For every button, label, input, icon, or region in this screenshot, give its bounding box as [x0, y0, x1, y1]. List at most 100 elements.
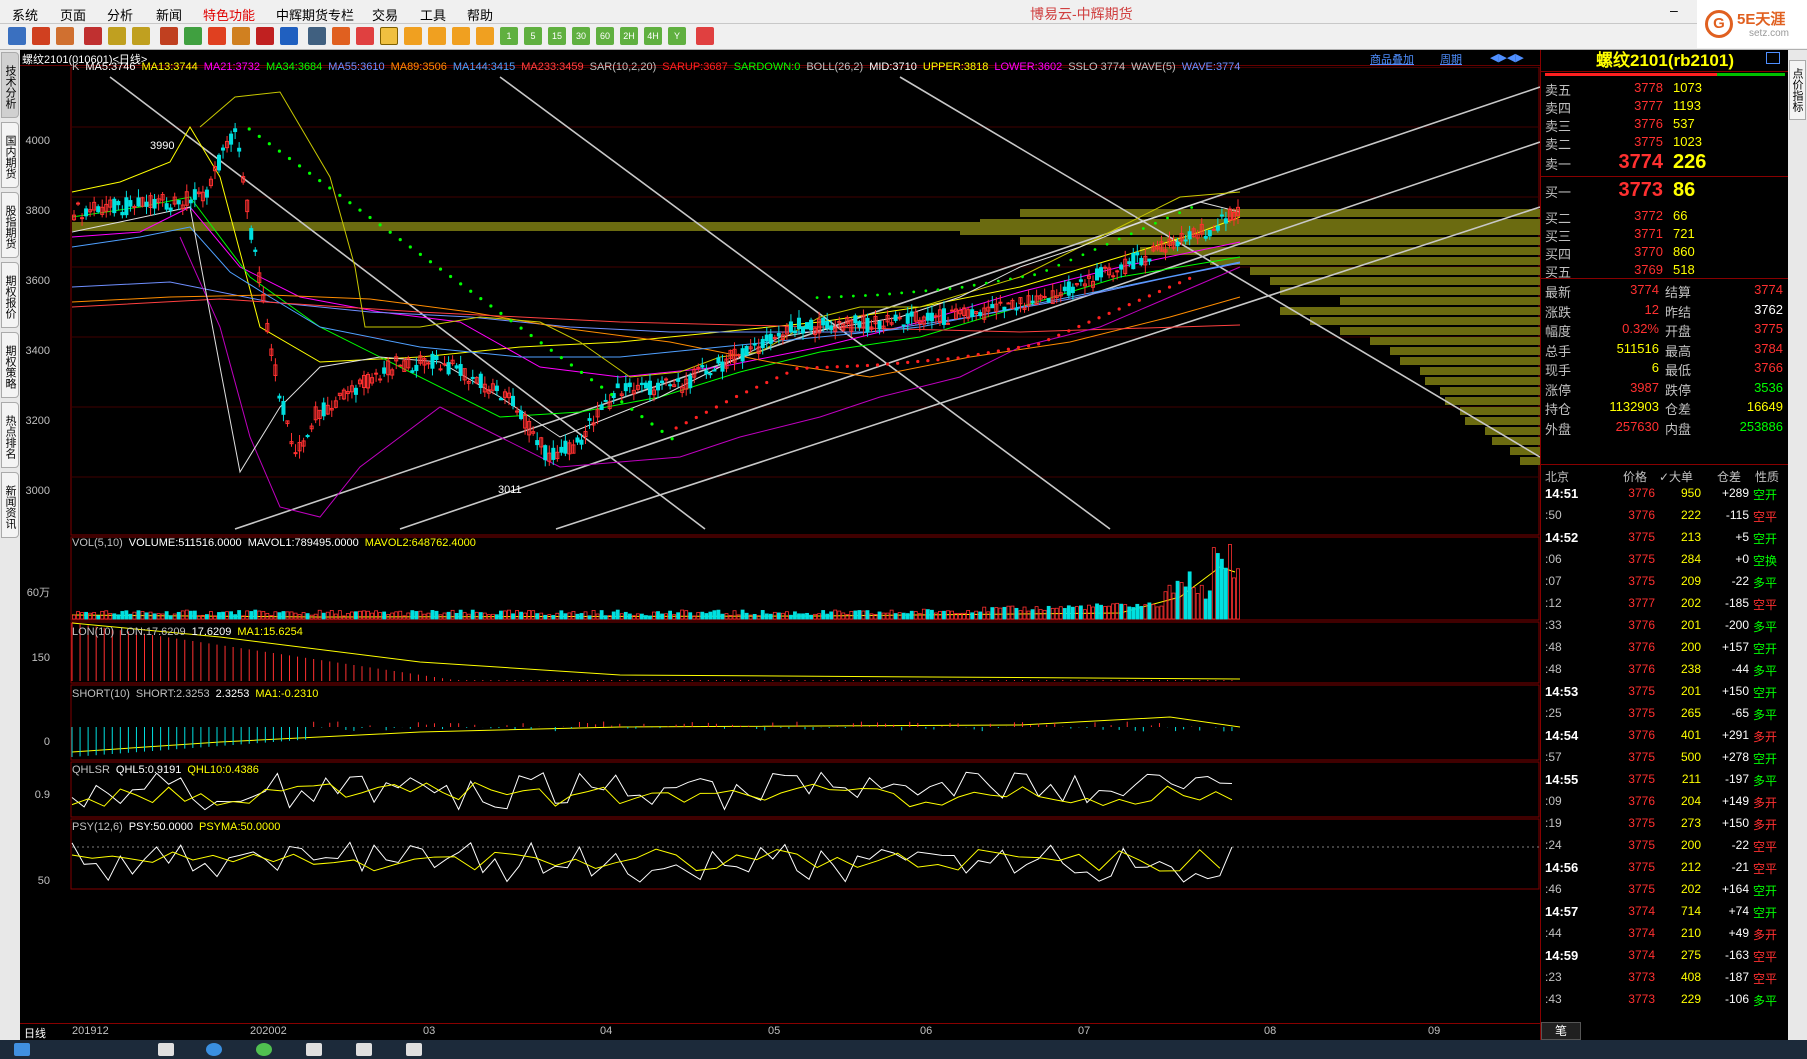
- bid-row: 买四 3770 860: [1541, 242, 1789, 262]
- browser-icon[interactable]: [206, 1043, 222, 1056]
- ask-row: 卖二 3775 1023: [1541, 132, 1789, 152]
- weekly-period-icon[interactable]: [404, 27, 422, 45]
- new-icon[interactable]: [280, 27, 298, 45]
- menu-trade[interactable]: 交易: [372, 5, 398, 24]
- left-tab-bar: 技术分析 国内期货 股指期货 期权报价 期权策略 热点排名 新闻资讯: [0, 50, 20, 1040]
- refresh-icon[interactable]: [56, 27, 74, 45]
- ask-price: 3775: [1634, 134, 1663, 149]
- layers-icon[interactable]: [160, 27, 178, 45]
- logo-site: setz.com: [1749, 28, 1790, 39]
- menu-features[interactable]: 特色功能: [203, 5, 255, 24]
- daily-period-icon[interactable]: [380, 27, 398, 45]
- tab-index-futures[interactable]: 股指期货: [1, 192, 19, 258]
- menu-news[interactable]: 新闻: [156, 5, 182, 24]
- zoom-out-icon[interactable]: [132, 27, 150, 45]
- volume-profile-bar: [1340, 327, 1540, 335]
- period-4h-button[interactable]: 4H: [644, 27, 662, 45]
- wechat-icon[interactable]: [256, 1043, 272, 1056]
- menu-zhonghui-column[interactable]: 中辉期货专栏: [276, 5, 354, 24]
- windows-start-icon[interactable]: [14, 1043, 30, 1056]
- period-year-button[interactable]: Y: [668, 27, 686, 45]
- home-icon[interactable]: [32, 27, 50, 45]
- tick-time: :07: [1545, 574, 1562, 588]
- tab-tick[interactable]: 笔: [1541, 1022, 1581, 1040]
- menu-tools[interactable]: 工具: [420, 5, 446, 24]
- tick-oi-change: +291: [1721, 728, 1749, 742]
- volume-bar: [454, 612, 459, 620]
- list-icon[interactable]: [84, 27, 102, 45]
- tab-hot-ranking[interactable]: 热点排名: [1, 402, 19, 468]
- tab-option-quotes[interactable]: 期权报价: [1, 262, 19, 328]
- search-icon[interactable]: [158, 1043, 174, 1056]
- chart-line-icon[interactable]: [332, 27, 350, 45]
- sar-dot: [499, 311, 503, 315]
- sar-dot: [539, 341, 543, 345]
- chart-area[interactable]: 4000 3800 3600 3400 3200 3000 3990 3011 …: [20, 61, 1540, 1025]
- menu-help[interactable]: 帮助: [467, 5, 493, 24]
- candle-body: [454, 365, 459, 369]
- minimize-button[interactable]: –: [1670, 2, 1690, 20]
- app-icon-2[interactable]: [356, 1043, 372, 1056]
- volume-bar: [515, 610, 519, 620]
- ask-row: 卖一 3774 226: [1541, 151, 1789, 173]
- volume-bar: [656, 611, 660, 620]
- product-overlay-link[interactable]: 商品叠加: [1370, 51, 1414, 67]
- tab-domestic-futures[interactable]: 国内期货: [1, 122, 19, 188]
- sar-dot: [1166, 216, 1169, 220]
- tick-row: :25 3775 265 -65 多平: [1541, 703, 1789, 722]
- tick-row: :43 3773 229 -106 多平: [1541, 989, 1789, 1008]
- menu-system[interactable]: 系统: [12, 5, 38, 24]
- sar-dot: [1067, 329, 1071, 333]
- candle-body: [563, 440, 568, 454]
- sar-dot: [694, 415, 698, 420]
- volume-bar: [531, 610, 536, 620]
- tick-row: :12 3777 202 -185 空平: [1541, 593, 1789, 612]
- volume-bar: [627, 613, 632, 620]
- app-icon-3[interactable]: [406, 1043, 422, 1056]
- restore-icon[interactable]: [1766, 52, 1780, 64]
- quarterly-period-icon[interactable]: [452, 27, 470, 45]
- sar-dot: [805, 366, 809, 370]
- candle-body: [893, 314, 898, 321]
- tick-price: 3775: [1628, 816, 1655, 830]
- candle-body: [281, 401, 286, 415]
- monthly-period-icon[interactable]: [428, 27, 446, 45]
- volume-bar: [430, 610, 435, 620]
- stat-row: 外盘 257630 内盘 253886: [1541, 417, 1789, 437]
- bid-price: 3773: [1618, 179, 1664, 201]
- volume-profile-bar: [1370, 337, 1540, 345]
- table-icon[interactable]: [308, 27, 326, 45]
- tab-technical-analysis[interactable]: 技术分析: [1, 52, 19, 118]
- calendar-icon[interactable]: [696, 27, 714, 45]
- period-15m-button[interactable]: 15: [548, 27, 566, 45]
- period-1m-button[interactable]: 1: [500, 27, 518, 45]
- bird-icon[interactable]: [232, 27, 250, 45]
- grid-icon[interactable]: [184, 27, 202, 45]
- nav-arrows-icon[interactable]: ◀▶◀▶: [1490, 51, 1524, 64]
- pen-icon[interactable]: [208, 27, 226, 45]
- period-30m-button[interactable]: 30: [572, 27, 590, 45]
- zoom-in-icon[interactable]: [108, 27, 126, 45]
- period-2h-button[interactable]: 2H: [620, 27, 638, 45]
- menu-analysis[interactable]: 分析: [107, 5, 133, 24]
- tab-price-indicator[interactable]: 点价指标: [1789, 60, 1806, 120]
- tick-type: 多平: [1753, 664, 1778, 678]
- volume-bar: [128, 613, 133, 620]
- sar-dot: [479, 297, 483, 301]
- period-60m-button[interactable]: 60: [596, 27, 614, 45]
- tick-volume: 950: [1680, 486, 1701, 500]
- menu-page[interactable]: 页面: [60, 5, 86, 24]
- app-icon-1[interactable]: [306, 1043, 322, 1056]
- tab-news[interactable]: 新闻资讯: [1, 472, 19, 538]
- yearly-period-icon[interactable]: [476, 27, 494, 45]
- volume-profile-bar: [1445, 397, 1540, 405]
- period-link[interactable]: 周期: [1440, 51, 1462, 67]
- hammer-icon[interactable]: [256, 27, 274, 45]
- tab-option-strategy[interactable]: 期权策略: [1, 332, 19, 398]
- candle-body: [1211, 228, 1216, 231]
- tick-time: :12: [1545, 596, 1562, 610]
- tick-icon[interactable]: [356, 27, 374, 45]
- volume-bar: [1232, 577, 1236, 620]
- back-icon[interactable]: [8, 27, 26, 45]
- period-5m-button[interactable]: 5: [524, 27, 542, 45]
